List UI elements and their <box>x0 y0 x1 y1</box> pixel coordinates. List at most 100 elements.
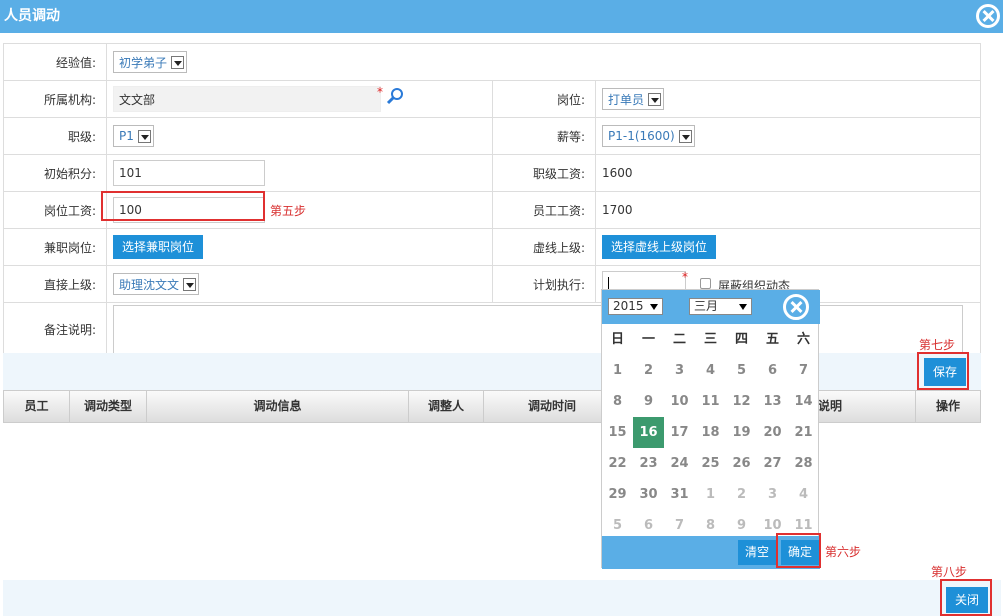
post-label: 岗位: <box>492 80 596 118</box>
calendar-day[interactable]: 28 <box>788 448 819 479</box>
calendar-day[interactable]: 7 <box>788 355 819 386</box>
calendar-day[interactable]: 6 <box>757 355 788 386</box>
footer-bar <box>3 580 1001 616</box>
dialog-title: 人员调动 <box>4 8 60 24</box>
calendar-day[interactable]: 1 <box>602 355 633 386</box>
weekday-header: 一 <box>641 332 655 347</box>
calendar-day[interactable]: 4 <box>695 355 726 386</box>
step5-highlight <box>101 191 265 221</box>
exp-select[interactable]: 初学弟子 <box>113 51 188 73</box>
calendar-day[interactable]: 15 <box>602 417 633 448</box>
plan-label: 计划执行: <box>492 265 596 303</box>
calendar-day[interactable]: 2 <box>633 355 664 386</box>
save-bar <box>3 353 981 390</box>
rank-select-value: P1 <box>119 129 134 143</box>
calendar-day[interactable]: 5 <box>726 355 757 386</box>
step8-highlight <box>940 579 992 616</box>
date-picker: 2015 三月 日一二三四五六 1 2 3 4 5 6 7 8 9 10 11 12 13 14 15 16 17… <box>601 289 820 569</box>
init-label: 初始积分: <box>3 154 107 192</box>
calendar-day[interactable]: 27 <box>757 448 788 479</box>
month-select[interactable]: 三月 <box>689 298 752 315</box>
calendar-day[interactable]: 3 <box>664 355 695 386</box>
calendar-day[interactable]: 17 <box>664 417 695 448</box>
calendar-day[interactable]: 20 <box>757 417 788 448</box>
calendar-day[interactable]: 31 <box>664 479 695 510</box>
col-employee[interactable]: 员工 <box>4 391 70 422</box>
rank-select[interactable]: P1 <box>113 125 154 147</box>
step7-label: 第七步 <box>919 338 956 352</box>
close-icon[interactable] <box>783 294 809 320</box>
weekday-header: 日 <box>610 332 624 347</box>
calendar-day[interactable]: 30 <box>633 479 664 510</box>
post-select-value: 打单员 <box>608 92 645 107</box>
calendar-day[interactable]: 11 <box>695 386 726 417</box>
org-value: 文文部 <box>119 92 156 107</box>
col-action[interactable]: 操作 <box>916 391 980 422</box>
col-info[interactable]: 调动信息 <box>147 391 409 422</box>
calendar-day[interactable]: 3 <box>757 479 788 510</box>
clear-button[interactable]: 清空 <box>738 540 777 565</box>
search-icon[interactable] <box>386 87 404 105</box>
weekday-header: 二 <box>672 332 686 347</box>
direct-label: 直接上级: <box>3 265 107 303</box>
calendar-day[interactable]: 14 <box>788 386 819 417</box>
calendar-day[interactable]: 1 <box>695 479 726 510</box>
calendar-day[interactable]: 24 <box>664 448 695 479</box>
org-field: 文文部 <box>113 86 381 112</box>
calendar-day[interactable]: 23 <box>633 448 664 479</box>
chevron-down-icon <box>183 277 197 291</box>
rank-label: 职级: <box>3 117 107 155</box>
calendar-day[interactable]: 18 <box>695 417 726 448</box>
select-virtual-superior-button[interactable]: 选择虚线上级岗位 <box>602 235 717 259</box>
remark-label: 备注说明: <box>3 302 107 357</box>
month-value: 三月 <box>694 299 719 313</box>
remark-textarea[interactable] <box>113 304 963 355</box>
close-icon[interactable] <box>976 4 1000 28</box>
weekday-header: 六 <box>796 332 810 347</box>
calendar-day[interactable]: 12 <box>726 386 757 417</box>
step5-label: 第五步 <box>270 204 307 218</box>
parttime-label: 兼职岗位: <box>3 228 107 266</box>
calendar-day[interactable]: 19 <box>726 417 757 448</box>
grade-select[interactable]: P1-1(1600) <box>602 125 695 147</box>
calendar-day[interactable]: 9 <box>633 386 664 417</box>
calendar-day[interactable]: 21 <box>788 417 819 448</box>
chevron-down-icon <box>678 129 692 143</box>
step8-label: 第八步 <box>931 565 968 579</box>
transfer-list-header: 员工 调动类型 调动信息 调整人 调动时间 说明 操作 <box>3 390 981 423</box>
calendar-day[interactable]: 13 <box>757 386 788 417</box>
col-adjuster[interactable]: 调整人 <box>409 391 484 422</box>
calendar-day[interactable]: 2 <box>726 479 757 510</box>
dialog-titlebar: 人员调动 <box>0 0 1003 33</box>
calendar-day[interactable]: 10 <box>664 386 695 417</box>
virtual-label: 虚线上级: <box>492 228 596 266</box>
weekday-header: 三 <box>703 332 717 347</box>
calendar-day[interactable]: 29 <box>602 479 633 510</box>
init-input[interactable]: 101 <box>113 160 265 186</box>
emppay-value: 1700 <box>595 191 981 229</box>
postpay-label: 岗位工资: <box>3 191 107 229</box>
exp-label: 经验值: <box>3 43 107 81</box>
init-value: 101 <box>119 166 142 180</box>
grade-select-value: P1-1(1600) <box>608 129 675 143</box>
calendar-day-today[interactable]: 16 <box>633 417 664 448</box>
calendar-day[interactable]: 25 <box>695 448 726 479</box>
post-select[interactable]: 打单员 <box>602 88 665 110</box>
col-type[interactable]: 调动类型 <box>70 391 147 422</box>
calendar-day[interactable]: 26 <box>726 448 757 479</box>
step7-highlight <box>917 352 969 390</box>
calendar-day[interactable]: 8 <box>602 386 633 417</box>
select-parttime-button[interactable]: 选择兼职岗位 <box>113 235 204 259</box>
chevron-down-icon <box>648 92 662 106</box>
date-picker-header: 2015 三月 <box>602 290 820 324</box>
direct-select[interactable]: 助理沈文文 <box>113 273 200 295</box>
org-label: 所属机构: <box>3 80 107 118</box>
mask-checkbox[interactable] <box>700 278 711 289</box>
exp-select-value: 初学弟子 <box>119 55 168 70</box>
calendar-day[interactable]: 22 <box>602 448 633 479</box>
calendar-day[interactable]: 4 <box>788 479 819 510</box>
weekday-header: 五 <box>765 332 779 347</box>
step6-label: 第六步 <box>825 545 862 559</box>
year-value: 2015 <box>613 299 644 313</box>
year-select[interactable]: 2015 <box>608 298 663 315</box>
